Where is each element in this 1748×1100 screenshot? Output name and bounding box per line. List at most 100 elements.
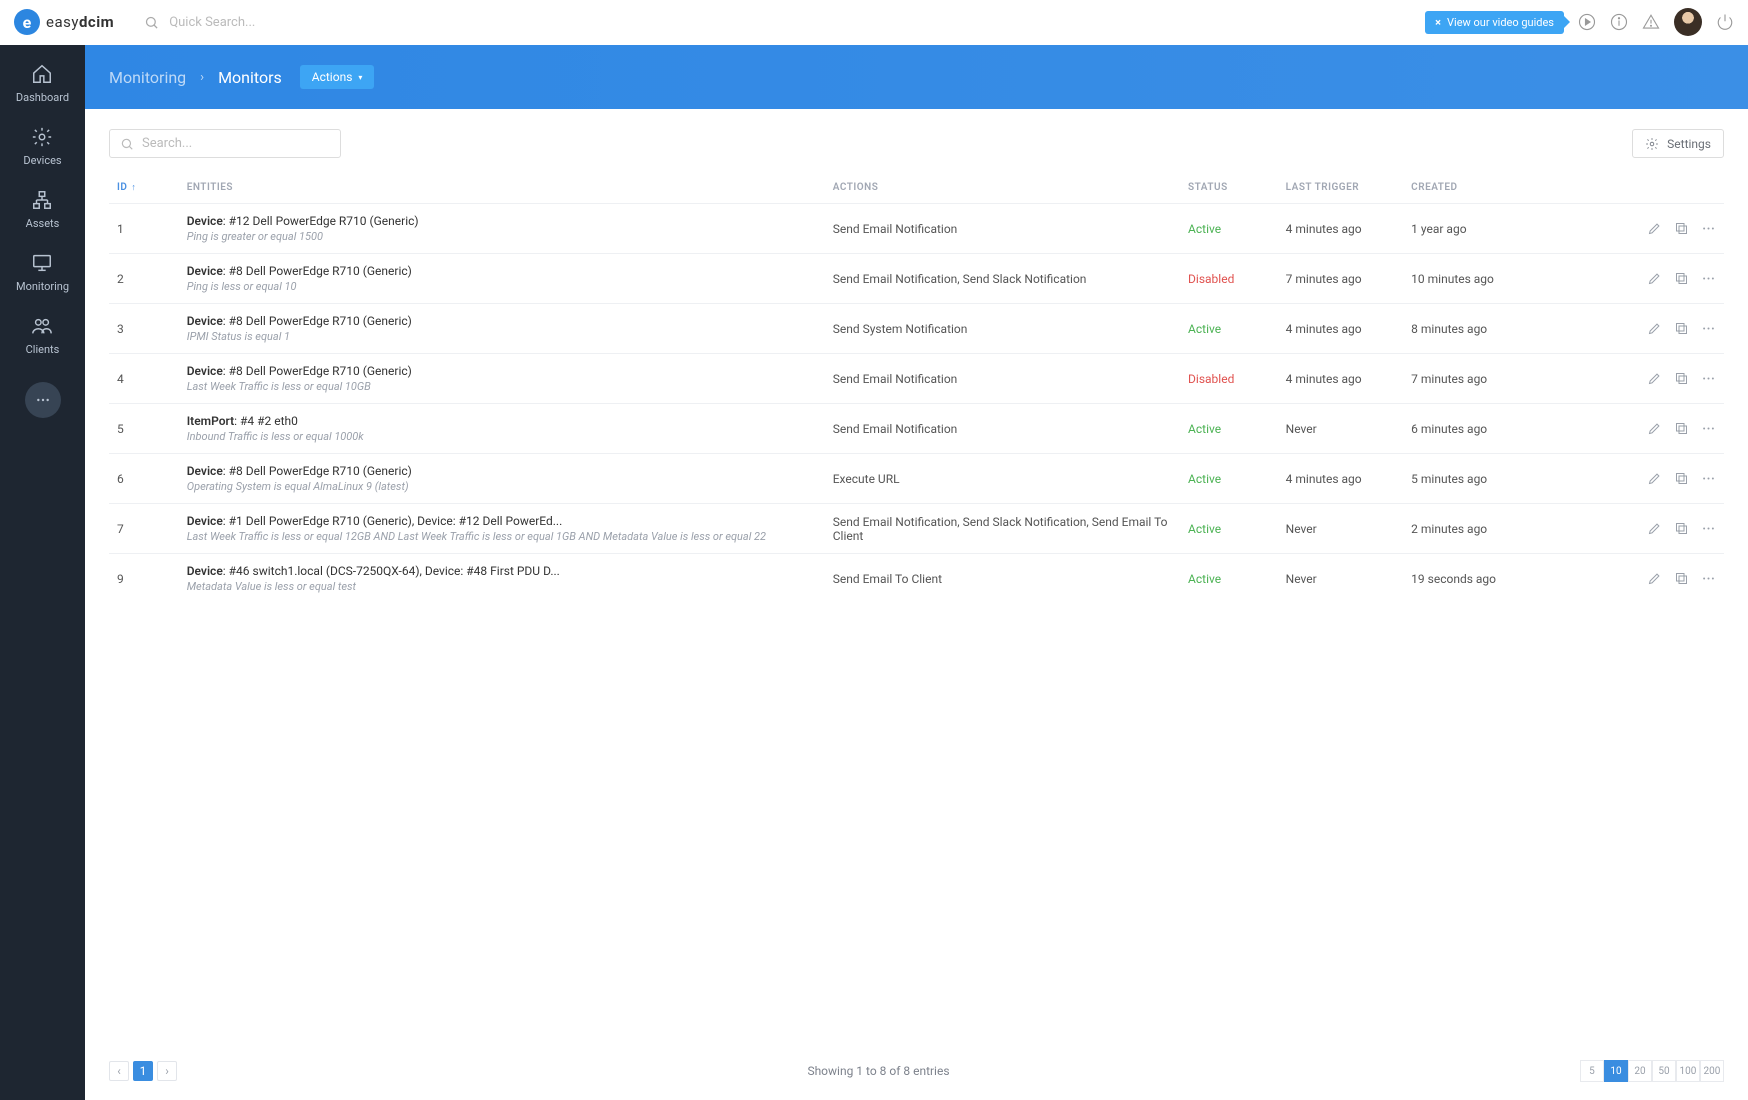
cell-actions: Send Email To Client [825, 554, 1180, 604]
col-id[interactable]: ID↑ [109, 172, 179, 204]
quick-search-input[interactable] [169, 15, 369, 30]
page-size-option[interactable]: 20 [1628, 1060, 1652, 1082]
page-size-option[interactable]: 5 [1580, 1060, 1604, 1082]
cell-id: 2 [109, 254, 179, 304]
edit-button[interactable] [1647, 321, 1662, 336]
sidebar-item-devices[interactable]: Devices [23, 126, 61, 167]
table-row: 7Device: #1 Dell PowerEdge R710 (Generic… [109, 504, 1724, 554]
copy-button[interactable] [1674, 371, 1689, 386]
settings-button[interactable]: Settings [1632, 129, 1724, 158]
col-actions[interactable]: ACTIONS [825, 172, 1180, 204]
sidebar: Dashboard Devices Assets Monitoring Clie… [0, 45, 85, 1100]
cell-status: Disabled [1180, 254, 1278, 304]
cell-trigger: 4 minutes ago [1278, 354, 1404, 404]
entries-summary: Showing 1 to 8 of 8 entries [807, 1064, 949, 1078]
edit-button[interactable] [1647, 421, 1662, 436]
copy-button[interactable] [1674, 221, 1689, 236]
power-icon[interactable] [1716, 13, 1734, 31]
more-button[interactable] [1701, 521, 1716, 536]
edit-button[interactable] [1647, 371, 1662, 386]
sidebar-item-monitoring[interactable]: Monitoring [16, 252, 69, 293]
col-status[interactable]: STATUS [1180, 172, 1278, 204]
breadcrumb-parent[interactable]: Monitoring [109, 68, 186, 87]
cell-created: 10 minutes ago [1403, 254, 1570, 304]
sort-asc-icon: ↑ [131, 183, 136, 193]
sidebar-item-label: Monitoring [16, 280, 69, 293]
monitors-table: ID↑ ENTITIES ACTIONS STATUS LAST TRIGGER… [109, 172, 1724, 603]
avatar[interactable] [1674, 8, 1702, 36]
more-button[interactable] [1701, 371, 1716, 386]
more-icon [1701, 371, 1716, 386]
cell-id: 9 [109, 554, 179, 604]
edit-button[interactable] [1647, 571, 1662, 586]
table-search[interactable] [109, 129, 341, 158]
video-guides-banner[interactable]: × View our video guides [1425, 11, 1564, 34]
edit-button[interactable] [1647, 521, 1662, 536]
play-icon[interactable] [1578, 13, 1596, 31]
cell-row-actions [1571, 304, 1724, 354]
cell-created: 1 year ago [1403, 204, 1570, 254]
copy-button[interactable] [1674, 521, 1689, 536]
page-prev-button[interactable]: ‹ [109, 1061, 129, 1081]
more-button[interactable] [1701, 571, 1716, 586]
cell-entities: Device: #8 Dell PowerEdge R710 (Generic)… [179, 454, 825, 504]
col-created[interactable]: CREATED [1403, 172, 1570, 204]
col-entities[interactable]: ENTITIES [179, 172, 825, 204]
page-size-option[interactable]: 100 [1676, 1060, 1700, 1082]
pencil-icon [1647, 471, 1662, 486]
sidebar-item-assets[interactable]: Assets [26, 189, 60, 230]
col-last-trigger[interactable]: LAST TRIGGER [1278, 172, 1404, 204]
table-search-input[interactable] [142, 136, 330, 151]
copy-icon [1674, 221, 1689, 236]
copy-button[interactable] [1674, 321, 1689, 336]
copy-button[interactable] [1674, 271, 1689, 286]
table-row: 6Device: #8 Dell PowerEdge R710 (Generic… [109, 454, 1724, 504]
table-row: 5ItemPort: #4 #2 eth0Inbound Traffic is … [109, 404, 1724, 454]
cell-actions: Send Email Notification, Send Slack Noti… [825, 504, 1180, 554]
sidebar-item-clients[interactable]: Clients [26, 315, 60, 356]
actions-dropdown-button[interactable]: Actions ▾ [300, 65, 375, 89]
sidebar-more-button[interactable] [25, 382, 61, 418]
caret-down-icon: ▾ [358, 73, 362, 82]
page-header: Monitoring › Monitors Actions ▾ [85, 45, 1748, 109]
sidebar-item-dashboard[interactable]: Dashboard [16, 63, 69, 104]
quick-search[interactable] [144, 15, 1425, 30]
actions-label: Actions [312, 70, 353, 84]
cell-row-actions [1571, 504, 1724, 554]
more-button[interactable] [1701, 471, 1716, 486]
table-row: 1Device: #12 Dell PowerEdge R710 (Generi… [109, 204, 1724, 254]
pencil-icon [1647, 321, 1662, 336]
more-icon [1701, 521, 1716, 536]
copy-button[interactable] [1674, 571, 1689, 586]
copy-icon [1674, 421, 1689, 436]
settings-label: Settings [1667, 137, 1711, 151]
pencil-icon [1647, 371, 1662, 386]
sidebar-item-label: Dashboard [16, 91, 69, 104]
more-button[interactable] [1701, 321, 1716, 336]
more-button[interactable] [1701, 221, 1716, 236]
copy-button[interactable] [1674, 471, 1689, 486]
logo[interactable]: e easydcim [14, 9, 114, 35]
cell-trigger: 7 minutes ago [1278, 254, 1404, 304]
edit-button[interactable] [1647, 221, 1662, 236]
cell-created: 6 minutes ago [1403, 404, 1570, 454]
info-icon[interactable] [1610, 13, 1628, 31]
close-icon[interactable]: × [1435, 16, 1441, 29]
more-button[interactable] [1701, 271, 1716, 286]
page-size-option[interactable]: 50 [1652, 1060, 1676, 1082]
cell-entities: Device: #8 Dell PowerEdge R710 (Generic)… [179, 254, 825, 304]
copy-icon [1674, 321, 1689, 336]
page-size-option[interactable]: 200 [1700, 1060, 1724, 1082]
page-size-option[interactable]: 10 [1604, 1060, 1628, 1082]
alerts-icon[interactable] [1642, 13, 1660, 31]
copy-icon [1674, 271, 1689, 286]
more-button[interactable] [1701, 421, 1716, 436]
page-number-button[interactable]: 1 [133, 1061, 153, 1081]
edit-button[interactable] [1647, 471, 1662, 486]
cell-id: 7 [109, 504, 179, 554]
pencil-icon [1647, 221, 1662, 236]
cell-row-actions [1571, 254, 1724, 304]
copy-button[interactable] [1674, 421, 1689, 436]
edit-button[interactable] [1647, 271, 1662, 286]
page-next-button[interactable]: › [157, 1061, 177, 1081]
